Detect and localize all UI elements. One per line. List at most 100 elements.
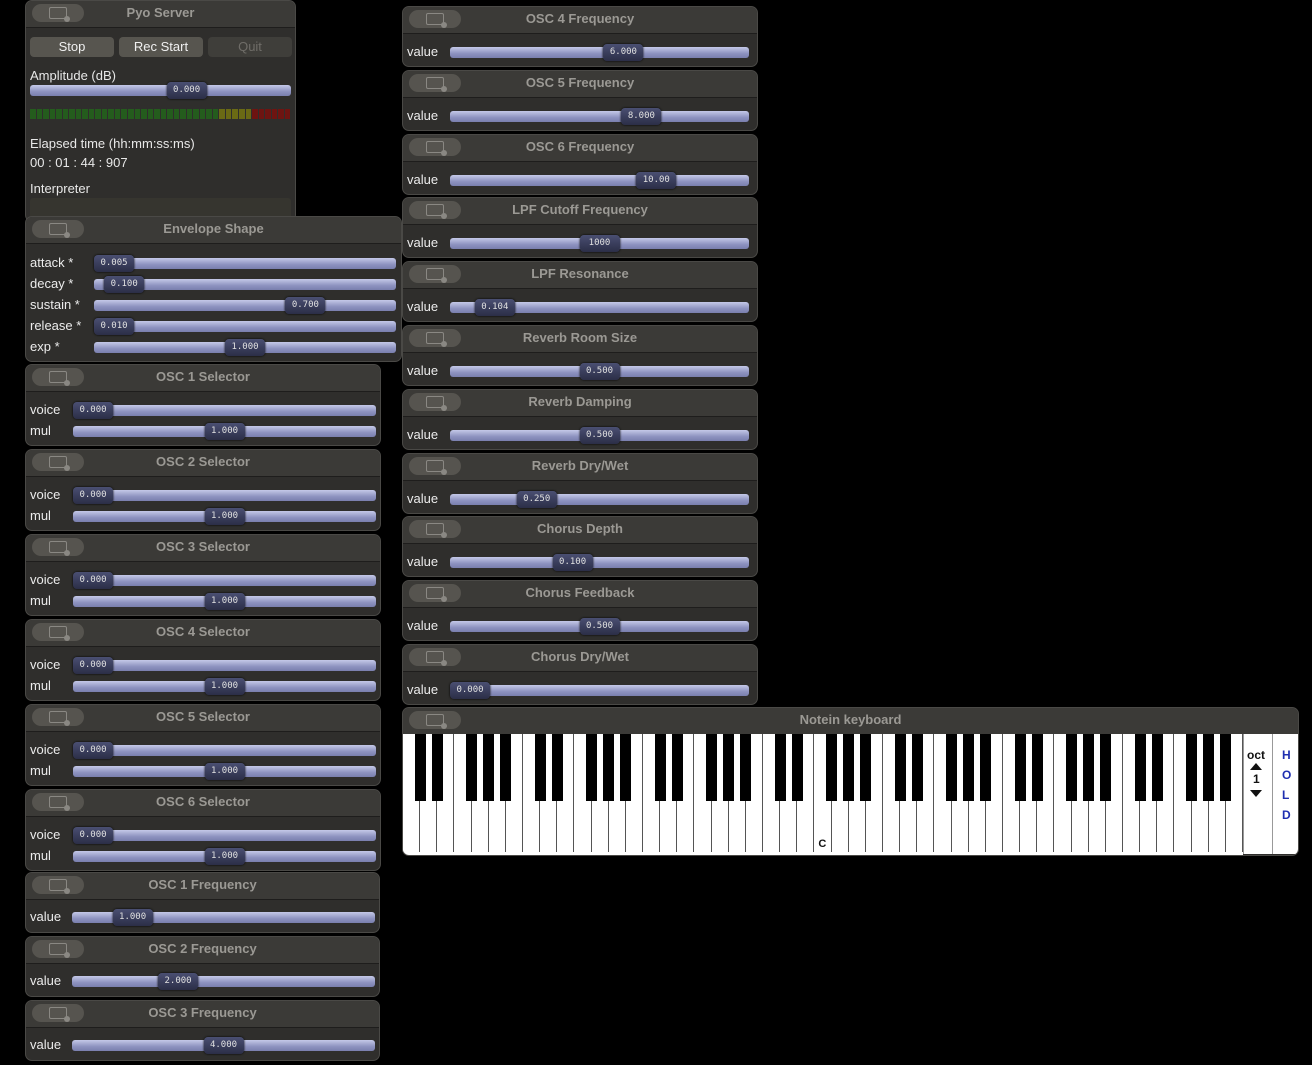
value-slider-knob[interactable]: 10.00 xyxy=(636,171,677,189)
black-key[interactable] xyxy=(483,734,495,801)
window-toggle-icon[interactable] xyxy=(409,329,461,347)
hold-button[interactable]: HOLD xyxy=(1272,734,1298,854)
black-key[interactable] xyxy=(414,734,426,801)
value-slider[interactable]: 0.100 xyxy=(450,554,749,572)
window-toggle-icon[interactable] xyxy=(409,137,461,156)
voice-slider[interactable]: 0.000 xyxy=(73,827,376,844)
value-slider[interactable]: 1.000 xyxy=(72,909,375,926)
value-slider-knob[interactable]: 0.100 xyxy=(552,554,593,572)
voice-slider[interactable]: 0.000 xyxy=(73,572,376,589)
black-key[interactable] xyxy=(466,734,478,801)
value-slider[interactable]: 0.000 xyxy=(450,682,749,699)
window-toggle-icon[interactable] xyxy=(409,456,461,475)
voice-slider[interactable]: 0.000 xyxy=(73,657,376,674)
quit-button[interactable]: Quit xyxy=(208,37,292,57)
value-slider-knob[interactable]: 1000 xyxy=(579,235,620,253)
value-slider-knob[interactable]: 0.104 xyxy=(474,299,515,317)
window-toggle-icon[interactable] xyxy=(32,708,84,726)
mul-slider-knob[interactable]: 1.000 xyxy=(204,423,245,440)
black-key[interactable] xyxy=(1134,734,1146,801)
voice-slider-knob[interactable]: 0.000 xyxy=(73,742,113,759)
black-key[interactable] xyxy=(1014,734,1026,801)
mul-slider-knob[interactable]: 1.000 xyxy=(204,848,245,865)
envelope-param-slider[interactable]: 0.005 xyxy=(94,255,396,272)
black-key[interactable] xyxy=(860,734,872,801)
octave-down-arrow-icon[interactable] xyxy=(1250,790,1262,797)
value-slider[interactable]: 4.000 xyxy=(72,1037,375,1054)
window-toggle-icon[interactable] xyxy=(409,73,461,92)
window-toggle-icon[interactable] xyxy=(32,623,84,641)
voice-slider-knob[interactable]: 0.000 xyxy=(73,572,113,589)
envelope-param-slider-knob[interactable]: 0.005 xyxy=(94,255,134,272)
black-key[interactable] xyxy=(843,734,855,801)
envelope-param-slider[interactable]: 0.700 xyxy=(94,297,396,314)
black-key[interactable] xyxy=(980,734,992,801)
value-slider-knob[interactable]: 2.000 xyxy=(158,973,199,990)
voice-slider[interactable]: 0.000 xyxy=(73,402,376,419)
value-slider-knob[interactable]: 6.000 xyxy=(603,44,644,61)
black-key[interactable] xyxy=(1151,734,1163,801)
black-key[interactable] xyxy=(774,734,786,801)
black-key[interactable] xyxy=(500,734,512,801)
voice-slider-knob[interactable]: 0.000 xyxy=(73,827,113,844)
value-slider[interactable]: 0.104 xyxy=(450,299,749,317)
black-key[interactable] xyxy=(1186,734,1198,801)
black-key[interactable] xyxy=(551,734,563,801)
value-slider-knob[interactable]: 1.000 xyxy=(112,909,153,926)
mul-slider[interactable]: 1.000 xyxy=(73,848,376,865)
black-key[interactable] xyxy=(826,734,838,801)
mul-slider[interactable]: 1.000 xyxy=(73,678,376,695)
mul-slider[interactable]: 1.000 xyxy=(73,593,376,610)
amplitude-slider-knob[interactable]: 0.000 xyxy=(166,82,207,99)
envelope-param-slider-knob[interactable]: 1.000 xyxy=(225,339,265,356)
window-toggle-icon[interactable] xyxy=(32,453,84,471)
black-key[interactable] xyxy=(1066,734,1078,801)
voice-slider[interactable]: 0.000 xyxy=(73,742,376,759)
black-key[interactable] xyxy=(740,734,752,801)
rec-start-button[interactable]: Rec Start xyxy=(119,37,203,57)
black-key[interactable] xyxy=(1083,734,1095,801)
value-slider[interactable]: 0.500 xyxy=(450,363,749,380)
window-toggle-icon[interactable] xyxy=(409,711,461,729)
mul-slider-knob[interactable]: 1.000 xyxy=(204,763,245,780)
value-slider[interactable]: 2.000 xyxy=(72,973,375,990)
black-key[interactable] xyxy=(791,734,803,801)
mul-slider-knob[interactable]: 1.000 xyxy=(204,508,245,525)
window-toggle-icon[interactable] xyxy=(32,220,84,238)
black-key[interactable] xyxy=(723,734,735,801)
envelope-param-slider-knob[interactable]: 0.010 xyxy=(94,318,134,335)
value-slider-knob[interactable]: 0.000 xyxy=(450,682,490,699)
voice-slider-knob[interactable]: 0.000 xyxy=(73,487,113,504)
black-key[interactable] xyxy=(946,734,958,801)
window-toggle-icon[interactable] xyxy=(32,368,84,386)
envelope-param-slider-knob[interactable]: 0.100 xyxy=(104,276,145,293)
black-key[interactable] xyxy=(1203,734,1215,801)
black-key[interactable] xyxy=(894,734,906,801)
window-toggle-icon[interactable] xyxy=(32,940,84,958)
value-slider-knob[interactable]: 4.000 xyxy=(203,1037,244,1054)
black-key[interactable] xyxy=(431,734,443,801)
mul-slider-knob[interactable]: 1.000 xyxy=(204,678,245,695)
value-slider[interactable]: 8.000 xyxy=(450,107,749,125)
black-key[interactable] xyxy=(534,734,546,801)
value-slider-knob[interactable]: 0.500 xyxy=(579,363,620,380)
stop-button[interactable]: Stop xyxy=(30,37,114,57)
window-toggle-icon[interactable] xyxy=(32,1004,84,1022)
voice-slider-knob[interactable]: 0.000 xyxy=(73,657,113,674)
window-toggle-icon[interactable] xyxy=(409,265,461,284)
voice-slider-knob[interactable]: 0.000 xyxy=(73,402,113,419)
window-toggle-icon[interactable] xyxy=(409,392,461,411)
value-slider[interactable]: 0.500 xyxy=(450,426,749,444)
window-toggle-icon[interactable] xyxy=(409,520,461,539)
window-toggle-icon[interactable] xyxy=(409,10,461,28)
black-key[interactable] xyxy=(620,734,632,801)
black-key[interactable] xyxy=(603,734,615,801)
black-key[interactable] xyxy=(1220,734,1232,801)
value-slider[interactable]: 10.00 xyxy=(450,171,749,189)
value-slider[interactable]: 6.000 xyxy=(450,44,749,61)
voice-slider[interactable]: 0.000 xyxy=(73,487,376,504)
value-slider-knob[interactable]: 0.250 xyxy=(516,490,557,508)
piano-keyboard[interactable]: C xyxy=(403,734,1243,855)
envelope-param-slider-knob[interactable]: 0.700 xyxy=(285,297,326,314)
value-slider[interactable]: 1000 xyxy=(450,235,749,253)
